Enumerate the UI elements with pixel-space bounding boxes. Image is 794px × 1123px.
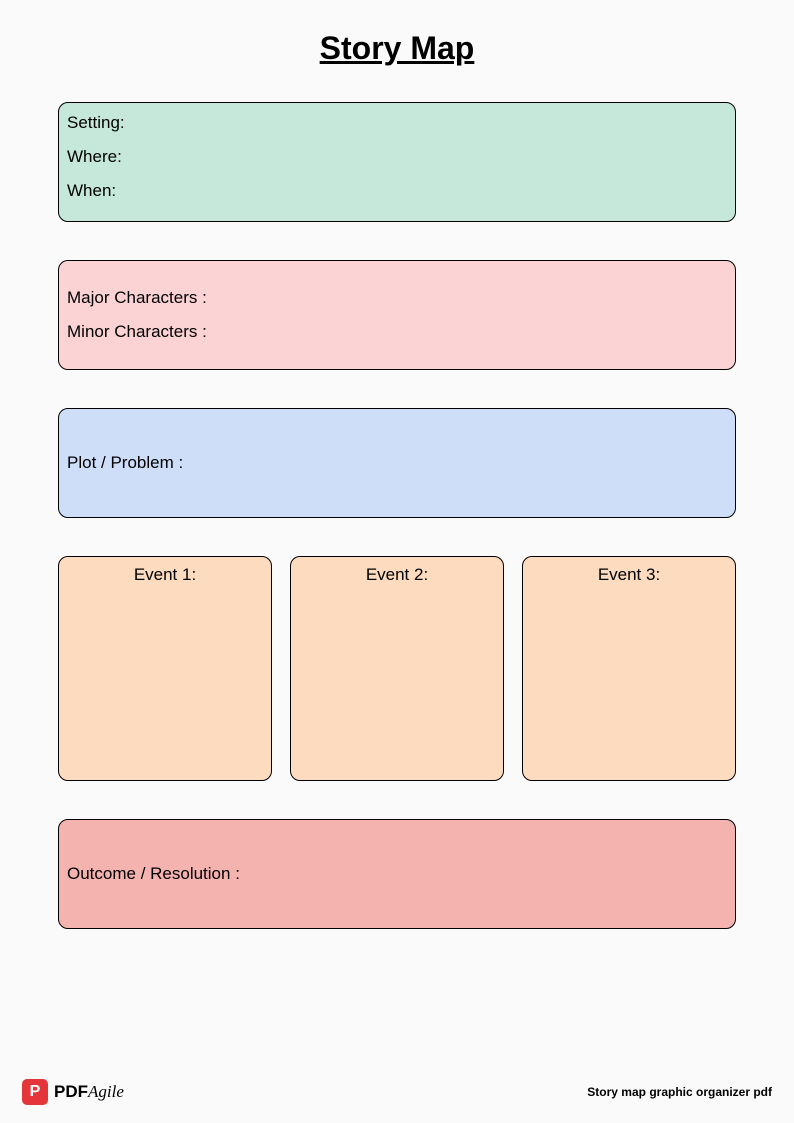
event-3-box[interactable]: Event 3: xyxy=(522,556,736,781)
pdf-logo-icon: P xyxy=(22,1079,48,1105)
logo-agile-text: Agile xyxy=(88,1082,124,1101)
event-1-box[interactable]: Event 1: xyxy=(58,556,272,781)
event-3-label: Event 3: xyxy=(531,565,727,585)
logo: P PDFAgile xyxy=(22,1079,124,1105)
when-label: When: xyxy=(67,181,727,201)
where-label: Where: xyxy=(67,147,727,167)
page-title: Story Map xyxy=(0,30,794,67)
outcome-box[interactable]: Outcome / Resolution : xyxy=(58,819,736,929)
event-2-box[interactable]: Event 2: xyxy=(290,556,504,781)
plot-label: Plot / Problem : xyxy=(67,453,183,473)
minor-characters-label: Minor Characters : xyxy=(67,322,727,342)
logo-pdf-text: PDF xyxy=(54,1082,88,1101)
footer-caption: Story map graphic organizer pdf xyxy=(587,1085,772,1099)
outcome-label: Outcome / Resolution : xyxy=(67,864,240,884)
event-1-label: Event 1: xyxy=(67,565,263,585)
footer: P PDFAgile Story map graphic organizer p… xyxy=(0,1079,794,1105)
characters-box[interactable]: Major Characters : Minor Characters : xyxy=(58,260,736,370)
setting-box[interactable]: Setting: Where: When: xyxy=(58,102,736,222)
content-area: Setting: Where: When: Major Characters :… xyxy=(0,102,794,929)
plot-box[interactable]: Plot / Problem : xyxy=(58,408,736,518)
events-row: Event 1: Event 2: Event 3: xyxy=(58,556,736,781)
event-2-label: Event 2: xyxy=(299,565,495,585)
logo-text: PDFAgile xyxy=(54,1082,124,1102)
setting-label: Setting: xyxy=(67,113,727,133)
major-characters-label: Major Characters : xyxy=(67,288,727,308)
